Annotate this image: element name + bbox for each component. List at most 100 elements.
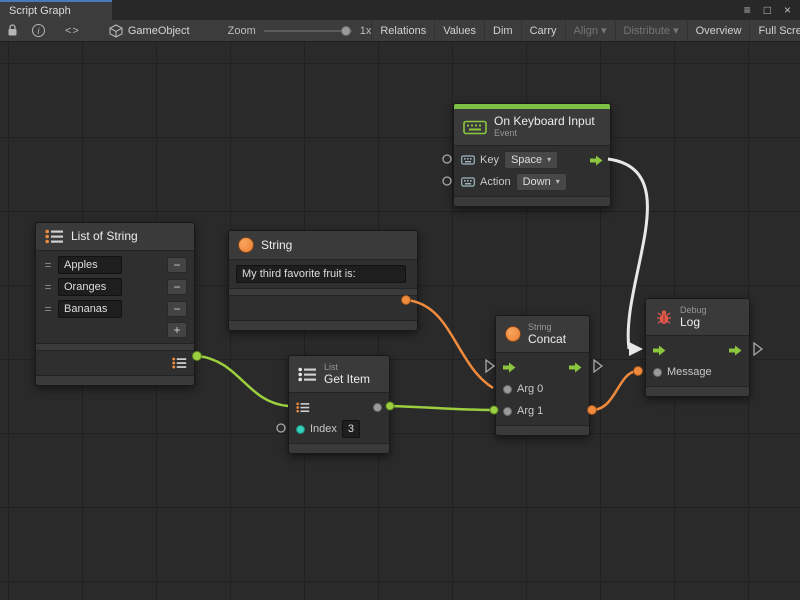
wire-flow-keyboard-to-log[interactable] bbox=[608, 159, 647, 349]
arg0-row: Arg 0 bbox=[496, 378, 589, 400]
wire-concat-to-log[interactable] bbox=[592, 371, 637, 410]
list-item-field[interactable]: Apples bbox=[58, 256, 122, 274]
node-footer bbox=[454, 197, 610, 206]
carry-button[interactable]: Carry bbox=[521, 20, 565, 41]
node-body: Index 3 bbox=[289, 392, 389, 444]
wire-string-to-concat[interactable] bbox=[406, 300, 493, 388]
graph-canvas[interactable]: On Keyboard Input Event Key Space ▾ bbox=[0, 42, 800, 600]
port-log-flow-out[interactable] bbox=[754, 343, 762, 355]
remove-item-button[interactable]: − bbox=[167, 279, 187, 295]
key-value: Space bbox=[511, 153, 542, 167]
remove-item-button[interactable]: − bbox=[167, 301, 187, 317]
key-label: Key bbox=[480, 154, 499, 166]
node-footer bbox=[229, 321, 417, 330]
string-type-icon bbox=[505, 326, 521, 342]
item-output-port[interactable] bbox=[373, 403, 382, 412]
values-button[interactable]: Values bbox=[434, 20, 484, 41]
node-on-keyboard-input[interactable]: On Keyboard Input Event Key Space ▾ bbox=[453, 103, 611, 207]
node-title: Log bbox=[680, 316, 707, 329]
toolbar-buttons: Relations Values Dim Carry Align ▾ Distr… bbox=[371, 20, 800, 41]
node-concat[interactable]: String Concat Arg 0 bbox=[495, 315, 590, 436]
action-label: Action bbox=[480, 176, 511, 188]
add-item-button[interactable]: + bbox=[167, 322, 187, 338]
index-row: Index 3 bbox=[289, 418, 389, 440]
node-string-literal[interactable]: String My third favorite fruit is: bbox=[228, 230, 418, 331]
output-section bbox=[229, 295, 417, 321]
align-dropdown[interactable]: Align ▾ bbox=[565, 20, 615, 41]
wire-arrowhead-icon bbox=[629, 342, 643, 356]
list-item-field[interactable]: Bananas bbox=[58, 300, 122, 318]
list-item-row: = Oranges − bbox=[36, 276, 194, 298]
drag-handle-icon[interactable]: = bbox=[43, 302, 53, 316]
flow-output-port[interactable] bbox=[590, 155, 603, 166]
flow-input-port[interactable] bbox=[653, 345, 666, 356]
node-header: List of String bbox=[36, 223, 194, 250]
node-title: On Keyboard Input bbox=[494, 115, 595, 128]
port-key-input[interactable] bbox=[443, 155, 451, 163]
action-value: Down bbox=[523, 175, 551, 189]
node-debug-log[interactable]: Debug Log Message bbox=[645, 298, 750, 397]
dim-button[interactable]: Dim bbox=[484, 20, 521, 41]
flow-output-port[interactable] bbox=[569, 362, 582, 373]
titlebar: Script Graph ≡ □ × bbox=[0, 0, 800, 20]
index-label: Index bbox=[310, 423, 337, 435]
flow-output-port[interactable] bbox=[729, 345, 742, 356]
node-title: Get Item bbox=[324, 373, 370, 386]
info-button[interactable]: i bbox=[25, 20, 52, 41]
int-type-icon[interactable] bbox=[296, 425, 305, 434]
message-input-port[interactable] bbox=[653, 368, 662, 377]
list-input-type-icon[interactable] bbox=[296, 402, 310, 413]
zoom-slider[interactable] bbox=[264, 30, 352, 32]
wire-list-to-getitem[interactable] bbox=[197, 356, 288, 406]
drag-handle-icon[interactable]: = bbox=[43, 258, 53, 272]
port-concat-flow-in[interactable] bbox=[486, 360, 494, 372]
index-field[interactable]: 3 bbox=[342, 420, 360, 438]
node-header: String Concat bbox=[496, 316, 589, 352]
action-dropdown[interactable]: Down ▾ bbox=[516, 173, 567, 191]
overview-button[interactable]: Overview bbox=[687, 20, 750, 41]
message-row: Message bbox=[646, 361, 749, 383]
list-input-row bbox=[289, 396, 389, 418]
tab-script-graph[interactable]: Script Graph bbox=[0, 0, 112, 20]
port-log-message-input[interactable] bbox=[634, 367, 643, 376]
fullscreen-button[interactable]: Full Scre bbox=[749, 20, 800, 41]
zoom-value: 1x bbox=[360, 25, 372, 37]
node-body: Key Space ▾ Action bbox=[454, 145, 610, 197]
arg1-input-port[interactable] bbox=[503, 407, 512, 416]
node-get-item[interactable]: List Get Item Index 3 bbox=[288, 355, 390, 454]
port-index-input[interactable] bbox=[277, 424, 285, 432]
distribute-dropdown[interactable]: Distribute ▾ bbox=[615, 20, 687, 41]
lock-button[interactable] bbox=[0, 20, 25, 41]
node-footer bbox=[496, 426, 589, 435]
list-output-type-icon[interactable] bbox=[172, 357, 187, 369]
arg0-input-port[interactable] bbox=[503, 385, 512, 394]
key-dropdown[interactable]: Space ▾ bbox=[504, 151, 558, 169]
gameobject-label: GameObject bbox=[128, 25, 190, 37]
list-item-field[interactable]: Oranges bbox=[58, 278, 122, 296]
string-value-row: My third favorite fruit is: bbox=[229, 263, 417, 285]
flow-row bbox=[496, 356, 589, 378]
list-item-row: = Apples − bbox=[36, 254, 194, 276]
port-action-input[interactable] bbox=[443, 177, 451, 185]
chevron-down-icon: ▾ bbox=[556, 175, 560, 189]
close-icon[interactable]: × bbox=[784, 4, 791, 16]
bug-icon bbox=[655, 309, 673, 326]
list-icon bbox=[45, 229, 64, 244]
relations-button[interactable]: Relations bbox=[371, 20, 434, 41]
node-list-of-string[interactable]: List of String = Apples − = Oranges − = bbox=[35, 222, 195, 386]
zoom-slider-knob[interactable] bbox=[341, 26, 351, 36]
window-menu-icon[interactable]: ≡ bbox=[744, 4, 751, 16]
maximize-icon[interactable]: □ bbox=[764, 4, 771, 16]
string-value-field[interactable]: My third favorite fruit is: bbox=[236, 265, 406, 283]
node-title: List of String bbox=[71, 230, 138, 243]
wire-getitem-to-concat[interactable] bbox=[388, 406, 494, 410]
remove-item-button[interactable]: − bbox=[167, 257, 187, 273]
zoom-control: Zoom 1x bbox=[228, 25, 372, 37]
gameobject-reference[interactable]: GameObject bbox=[109, 24, 190, 38]
edit-script-button[interactable]: <> bbox=[58, 20, 87, 41]
node-body: Message bbox=[646, 335, 749, 387]
node-body: My third favorite fruit is: bbox=[229, 259, 417, 289]
drag-handle-icon[interactable]: = bbox=[43, 280, 53, 294]
flow-input-port[interactable] bbox=[503, 362, 516, 373]
port-concat-flow-out[interactable] bbox=[594, 360, 602, 372]
